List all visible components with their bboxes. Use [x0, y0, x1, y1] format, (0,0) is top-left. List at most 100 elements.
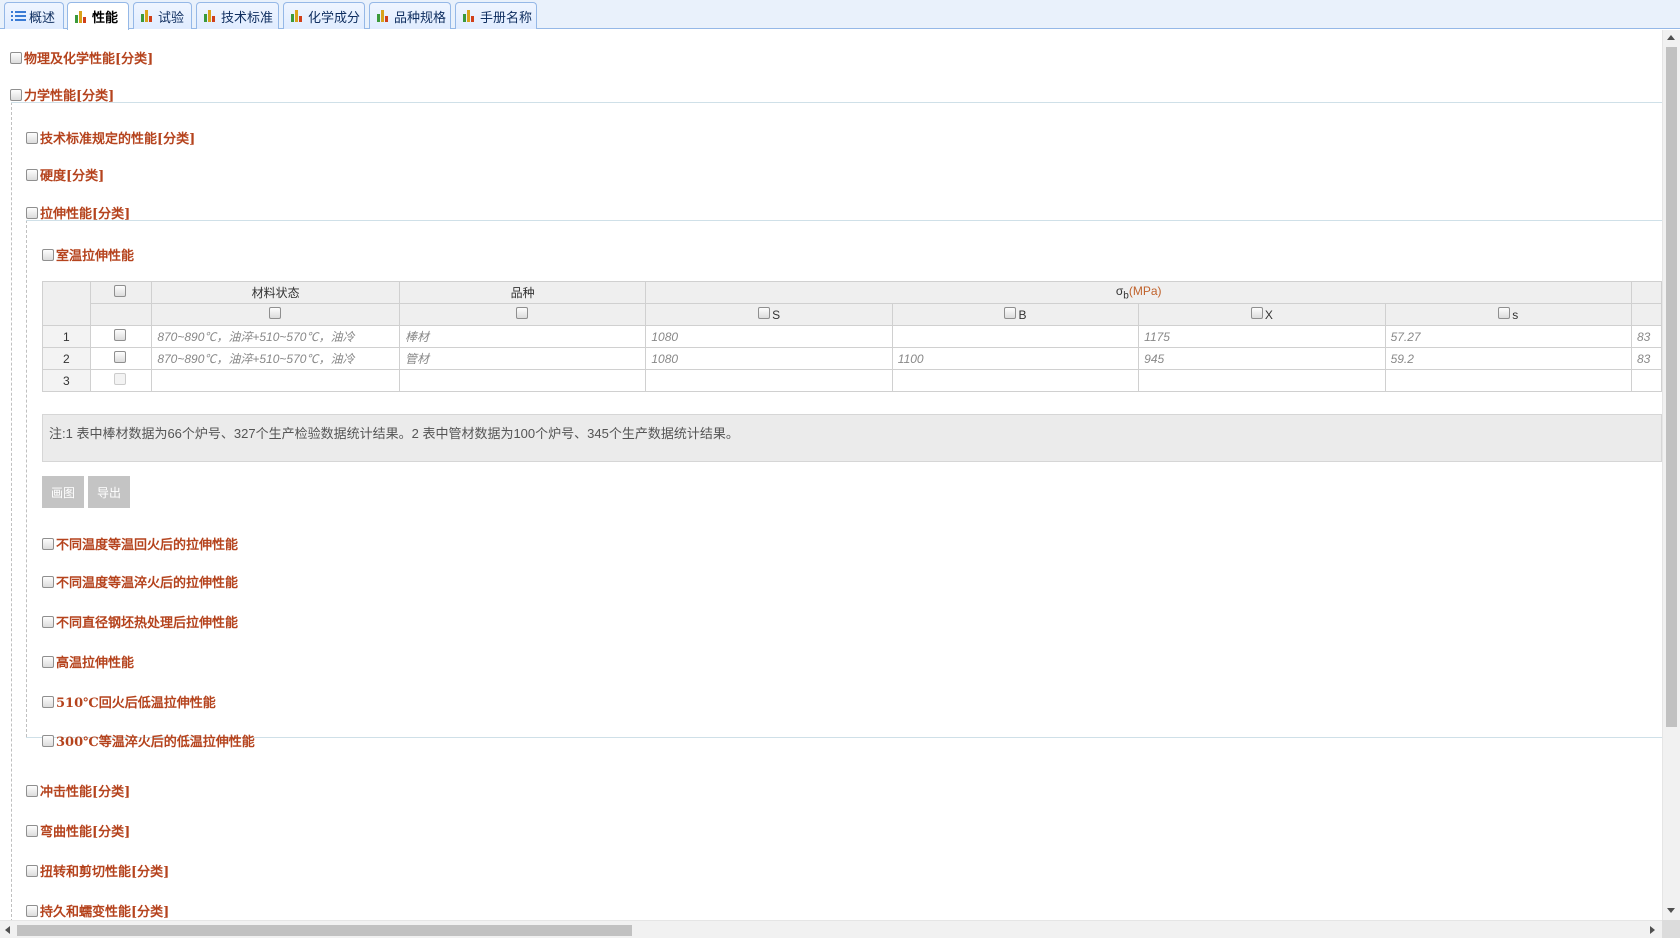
column-checkbox[interactable]: [268, 307, 281, 319]
tree-node-sub-2[interactable]: 不同温度等温淬火后的拉伸性能: [42, 572, 238, 591]
tree-node-mechanical[interactable]: 力学性能[分类]: [10, 85, 114, 104]
tab-label: 手册名称: [480, 10, 533, 26]
tree-node-sub-5[interactable]: 510℃回火后低温拉伸性能: [42, 692, 216, 711]
horizontal-scroll-thumb[interactable]: [17, 925, 632, 936]
tab-label: 试验: [158, 10, 185, 26]
node-checkbox[interactable]: [42, 734, 54, 747]
tree-node-physical[interactable]: 物理及化学性能[分类]: [10, 48, 153, 67]
column-checkbox[interactable]: [758, 307, 771, 319]
tab-label: 概述: [29, 10, 56, 26]
tab-label: 化学成分: [308, 10, 361, 26]
table-row[interactable]: 1 870~890℃，油淬+510~570℃，油冷 棒材 1080 1175 5…: [42, 325, 1662, 348]
table-row[interactable]: 3: [42, 369, 1662, 392]
header-blank: [89, 303, 153, 326]
tree-node-torsion[interactable]: 扭转和剪切性能[分类]: [26, 861, 169, 880]
scroll-up-icon[interactable]: [1667, 35, 1675, 40]
tree-node-impact[interactable]: 冲击性能[分类]: [26, 781, 130, 800]
tree-node-fatigue[interactable]: 持久和蠕变性能[分类]: [26, 901, 169, 920]
tab-tech-standard[interactable]: 技术标准: [196, 2, 279, 29]
header-variety: 品种: [398, 281, 647, 304]
node-checkbox[interactable]: [10, 51, 22, 64]
tree-node-room-temp[interactable]: 室温拉伸性能: [42, 245, 134, 264]
bottom-gap: [0, 938, 1680, 949]
header-B: B: [891, 303, 1140, 326]
tree-divider: [11, 102, 1662, 103]
export-button[interactable]: 导出: [88, 476, 130, 508]
scrollbar-corner: [1662, 920, 1680, 938]
row-number-header: [42, 281, 91, 326]
tree-node-sub-6[interactable]: 300℃等温淬火后的低温拉伸性能: [42, 731, 255, 750]
node-checkbox[interactable]: [42, 537, 54, 550]
node-checkbox[interactable]: [42, 575, 54, 588]
tab-label: 技术标准: [221, 10, 274, 26]
tab-label: 性能: [92, 11, 119, 26]
vertical-scrollbar[interactable]: [1662, 30, 1680, 920]
tree-node-sub-3[interactable]: 不同直径钢坯热处理后拉伸性能: [42, 612, 238, 631]
bar-chart-icon: [376, 10, 391, 22]
header-S: S: [645, 303, 893, 326]
node-checkbox[interactable]: [26, 784, 38, 797]
tree-guide-line: [26, 220, 27, 737]
scroll-right-icon[interactable]: [1650, 926, 1655, 934]
header-sigma: σb(MPa): [645, 281, 1632, 304]
tab-label: 品种规格: [394, 10, 447, 26]
header-overflow: [1630, 281, 1662, 304]
performance-tree: 物理及化学性能[分类] 力学性能[分类] 技术标准规定的性能[分类] 硬度[分类…: [0, 30, 1662, 920]
column-checkbox[interactable]: [1498, 307, 1511, 319]
list-icon: [11, 10, 26, 22]
tree-divider: [26, 220, 1662, 221]
tab-performance[interactable]: 性能: [67, 2, 129, 30]
tab-variety-spec[interactable]: 品种规格: [369, 2, 451, 29]
node-checkbox[interactable]: [26, 206, 38, 219]
tensile-data-table: 材料状态 品种 σb(MPa) S B X s 1 870~890℃，油淬+51…: [42, 281, 1662, 392]
node-checkbox[interactable]: [26, 824, 38, 837]
node-checkbox[interactable]: [42, 248, 54, 261]
scroll-left-icon[interactable]: [5, 926, 10, 934]
tree-divider: [26, 737, 1662, 738]
tree-node-tech-standard[interactable]: 技术标准规定的性能[分类]: [26, 128, 195, 147]
tree-node-hardness[interactable]: 硬度[分类]: [26, 165, 104, 184]
tab-bar: 概述 性能 试验 技术标准 化学成分 品种规格 手册名称: [0, 0, 1680, 30]
select-all-checkbox[interactable]: [114, 285, 126, 297]
row-checkbox[interactable]: [114, 351, 126, 363]
node-checkbox[interactable]: [42, 695, 54, 708]
column-checkbox[interactable]: [515, 307, 528, 319]
bar-chart-icon: [74, 10, 89, 23]
node-checkbox[interactable]: [10, 88, 22, 101]
draw-chart-button[interactable]: 画图: [42, 476, 84, 508]
node-checkbox[interactable]: [26, 864, 38, 877]
header-X: X: [1138, 303, 1386, 326]
tree-node-bending[interactable]: 弯曲性能[分类]: [26, 821, 130, 840]
header-material-select: [151, 303, 400, 326]
node-checkbox[interactable]: [42, 655, 54, 668]
node-checkbox[interactable]: [26, 904, 38, 917]
tree-node-tensile[interactable]: 拉伸性能[分类]: [26, 203, 130, 222]
column-checkbox[interactable]: [1250, 307, 1263, 319]
scroll-down-icon[interactable]: [1667, 908, 1675, 913]
header-overflow: [1630, 303, 1662, 326]
bar-chart-icon: [140, 10, 155, 22]
node-checkbox[interactable]: [26, 168, 38, 181]
tree-node-sub-1[interactable]: 不同温度等温回火后的拉伸性能: [42, 534, 238, 553]
vertical-scroll-thumb[interactable]: [1666, 47, 1677, 727]
table-note: 注:1 表中棒材数据为66个炉号、327个生产检验数据统计结果。2 表中管材数据…: [42, 414, 1662, 462]
tree-node-sub-4[interactable]: 高温拉伸性能: [42, 652, 134, 671]
tree-guide-line: [11, 102, 12, 920]
tab-chemical[interactable]: 化学成分: [283, 2, 365, 29]
select-all-header: [89, 281, 153, 304]
row-checkbox: [114, 373, 126, 385]
header-variety-select: [398, 303, 647, 326]
tab-overview[interactable]: 概述: [4, 2, 64, 29]
row-checkbox[interactable]: [114, 329, 126, 341]
node-checkbox[interactable]: [26, 131, 38, 144]
tab-test[interactable]: 试验: [133, 2, 192, 29]
header-s: s: [1384, 303, 1632, 326]
table-row[interactable]: 2 870~890℃，油淬+510~570℃，油冷 管材 1080 1100 9…: [42, 347, 1662, 370]
horizontal-scrollbar[interactable]: [0, 920, 1662, 938]
bar-chart-icon: [462, 10, 477, 22]
bar-chart-icon: [290, 10, 305, 22]
bar-chart-icon: [203, 10, 218, 22]
node-checkbox[interactable]: [42, 615, 54, 628]
column-checkbox[interactable]: [1004, 307, 1017, 319]
tab-handbook[interactable]: 手册名称: [455, 2, 537, 29]
